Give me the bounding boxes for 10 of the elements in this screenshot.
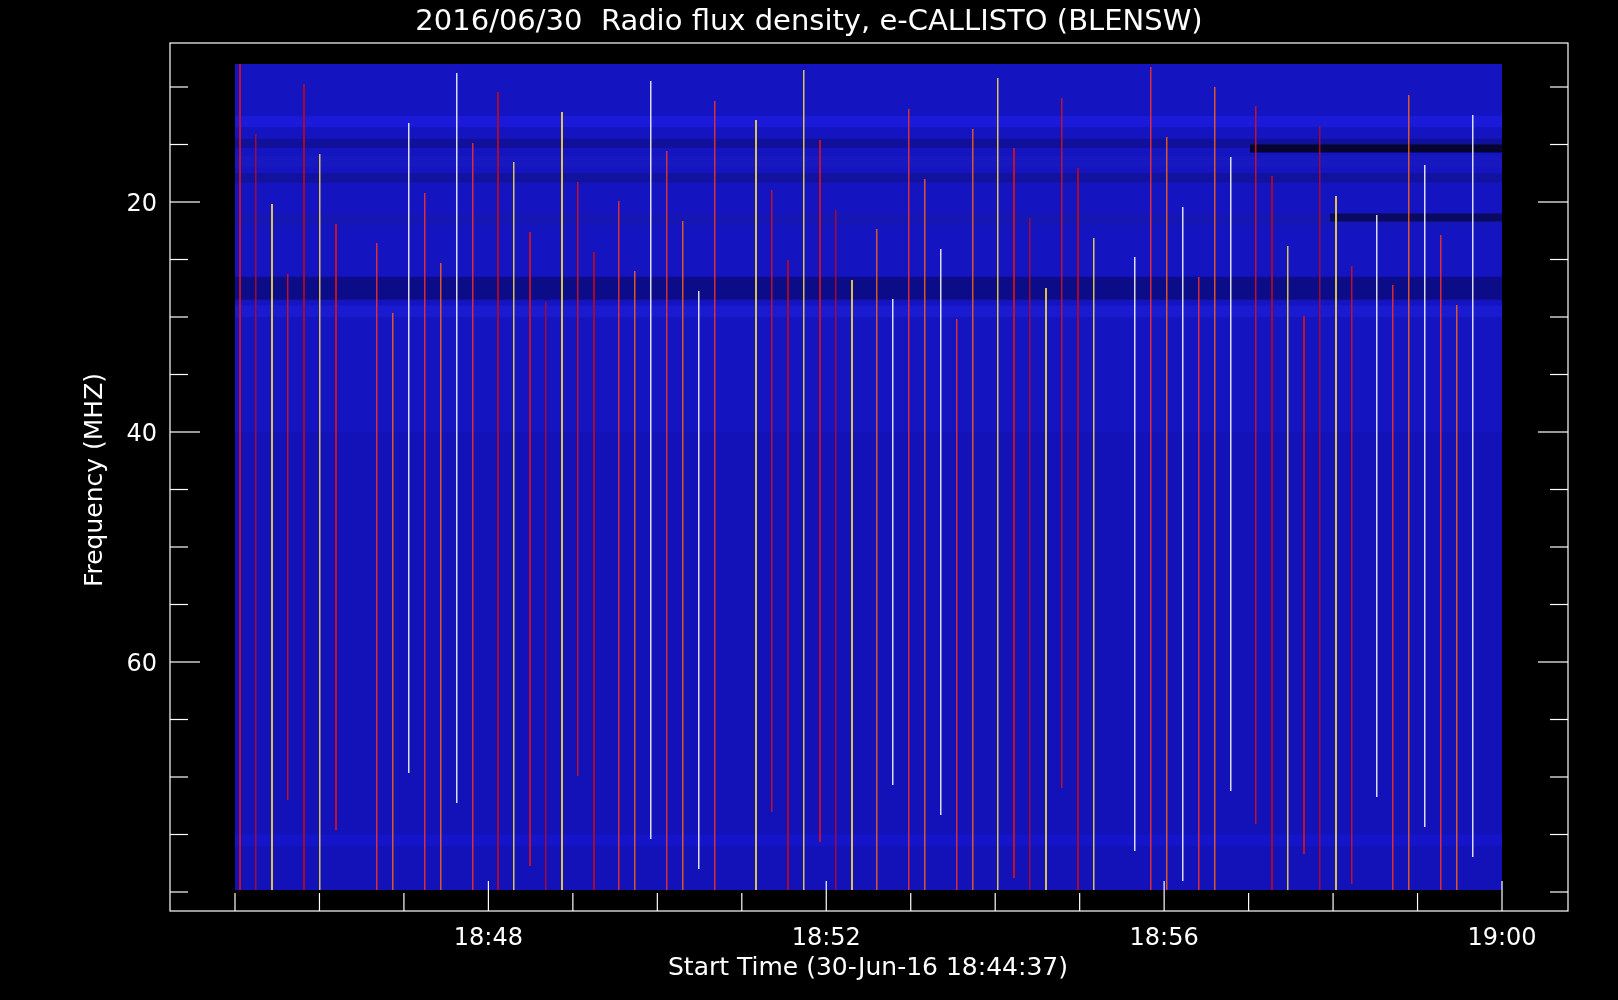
x-tick-label: 18:48 [453,923,523,951]
y-axis-label: Frequency (MHZ) [79,372,108,588]
y-tick-label: 20 [126,189,157,217]
y-tick-label: 40 [126,419,157,447]
x-axis-label: Start Time (30-Jun-16 18:44:37) [668,952,1068,981]
chart-title: 2016/06/30 Radio flux density, e-CALLISTO (BLENSW) [415,3,1203,37]
x-tick-label: 18:52 [791,923,861,951]
y-tick-label: 60 [126,649,157,677]
x-tick-label: 19:00 [1467,923,1537,951]
x-tick-label: 18:56 [1129,923,1199,951]
